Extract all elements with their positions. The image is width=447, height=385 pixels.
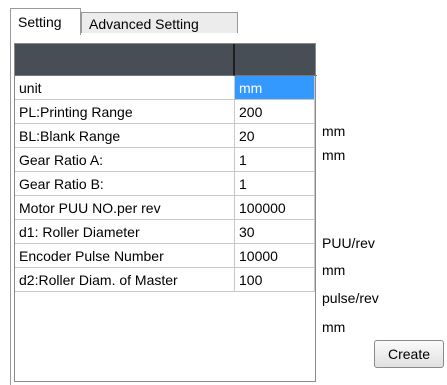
gear-ratio-b-value-cell[interactable]: 1 <box>235 172 315 196</box>
tab-setting-label: Setting <box>18 14 62 30</box>
row-label: d1: Roller Diameter <box>15 220 235 244</box>
row-label: Gear Ratio B: <box>15 172 235 196</box>
tab-advanced-setting[interactable]: Advanced Setting <box>81 12 238 34</box>
row-label: Encoder Pulse Number <box>15 244 235 268</box>
gear-ratio-a-value-cell[interactable]: 1 <box>235 148 315 172</box>
roller-diameter-unit: mm <box>322 262 346 278</box>
blank-range-value-cell[interactable]: 20 <box>235 124 315 148</box>
roller-diameter-value-cell[interactable]: 30 <box>235 220 315 244</box>
row-label: BL:Blank Range <box>15 124 235 148</box>
printing-range-value-cell[interactable]: 200 <box>235 100 315 124</box>
master-roller-diameter-unit: mm <box>322 319 346 335</box>
encoder-pulse-unit: pulse/rev <box>322 290 379 306</box>
row-label: unit <box>15 76 235 100</box>
tab-setting[interactable]: Setting <box>10 8 81 35</box>
grid-row-encoder-pulse: Encoder Pulse Number 10000 <box>15 244 315 268</box>
create-button[interactable]: Create <box>374 340 444 368</box>
grid-header <box>15 44 317 76</box>
parameter-grid: unit mm PL:Printing Range 200 BL:Blank R… <box>14 43 317 382</box>
row-label: d2:Roller Diam. of Master <box>15 268 235 292</box>
grid-row-unit: unit mm <box>15 76 315 100</box>
tab-advanced-setting-label: Advanced Setting <box>89 16 199 32</box>
master-roller-diameter-value-cell[interactable]: 100 <box>235 268 315 292</box>
grid-row-motor-puu: Motor PUU NO.per rev 100000 <box>15 196 315 220</box>
row-label: Gear Ratio A: <box>15 148 235 172</box>
unit-value-cell[interactable]: mm <box>235 76 315 100</box>
blank-range-unit: mm <box>322 147 346 163</box>
motor-puu-value-cell[interactable]: 100000 <box>235 196 315 220</box>
grid-row-printing-range: PL:Printing Range 200 <box>15 100 315 124</box>
motor-puu-unit: PUU/rev <box>322 235 375 251</box>
encoder-pulse-value-cell[interactable]: 10000 <box>235 244 315 268</box>
grid-row-blank-range: BL:Blank Range 20 <box>15 124 315 148</box>
grid-header-name-column[interactable] <box>15 44 235 76</box>
row-label: Motor PUU NO.per rev <box>15 196 235 220</box>
printing-range-unit: mm <box>322 123 346 139</box>
grid-row-master-roller-diameter: d2:Roller Diam. of Master 100 <box>15 268 315 292</box>
tab-bar: Setting Advanced Setting <box>10 8 447 35</box>
grid-row-roller-diameter: d1: Roller Diameter 30 <box>15 220 315 244</box>
grid-row-gear-ratio-a: Gear Ratio A: 1 <box>15 148 315 172</box>
grid-header-value-column[interactable] <box>235 44 317 76</box>
row-label: PL:Printing Range <box>15 100 235 124</box>
grid-row-gear-ratio-b: Gear Ratio B: 1 <box>15 172 315 196</box>
